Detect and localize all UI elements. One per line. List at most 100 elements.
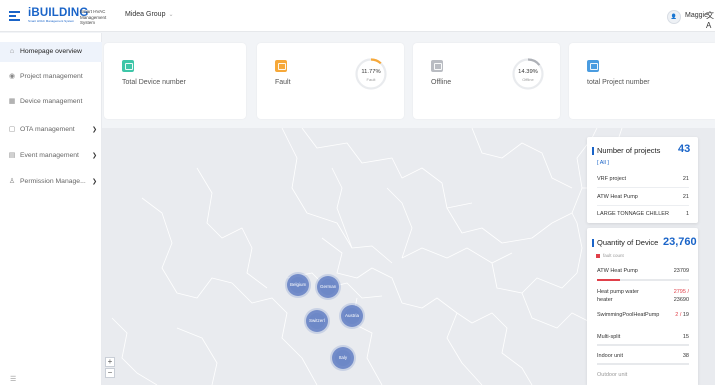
offline-percent: 14.39% [518,69,538,75]
table-row: Indoor unit 38 [597,353,689,359]
projects-panel: Number of projects 43 [ All ] VRF projec… [587,137,698,223]
menu-toggle-icon[interactable] [9,11,20,21]
card-offline: Offline 14.39% Offline [413,43,560,119]
projects-panel-title: Number of projects [591,146,661,155]
group-name: Midea Group [125,11,166,18]
zoom-out-button[interactable]: − [105,368,115,378]
user-name[interactable]: Maggie [685,12,708,19]
sidebar-item-label: Permission Manage... [20,178,86,185]
sidebar-item-label: Event management [20,152,79,159]
table-row: ATW Heat Pump 23709 [597,268,689,274]
projects-total: 43 [678,143,691,155]
sidebar-item-ota[interactable]: ▢ OTA management ❯ [0,120,102,140]
table-row: LARGE TONNAGE CHILLER 1 [597,211,689,217]
sidebar-item-label: Homepage overview [20,48,82,55]
sidebar-item-device[interactable]: ▦ Device management [0,92,102,112]
fault-count: 2795 [673,289,686,295]
row-label: ATW Heat Pump [597,268,638,274]
fault-legend-label: fault count [603,253,624,258]
offline-icon [431,60,443,72]
permission-icon: ♙ [8,178,16,185]
table-row: Multi-split 15 [597,334,689,340]
offline-sublabel: Offline [522,77,534,82]
row-value: 23709 [673,268,689,274]
table-row: heater 23690 [597,297,689,303]
map-cluster-austria[interactable]: Austria [341,305,363,327]
project-icon: ◉ [8,73,16,80]
fault-bar [597,279,689,281]
system-name: Smart HVAC Management System [80,9,107,25]
card-fault: Fault 11.77% Fault [257,43,404,119]
row-value: 1 [685,211,689,217]
row-label: Indoor unit [597,353,623,359]
fault-bar-fill [597,279,620,281]
card-label: Fault [275,79,291,86]
fault-sublabel: Fault [366,77,376,82]
table-row: SwimmingPoolHeatPump 2 / 19 [597,312,689,318]
row-value: 15 [682,334,689,340]
row-label: VRF project [597,176,627,182]
devices-panel: Quantity of Device 23,760 fault count AT… [587,228,698,385]
table-row: Outdoor unit [597,372,689,378]
ota-icon: ▢ [8,126,16,133]
chevron-down-icon: ❯ [92,179,98,185]
card-total-project: total Project number [569,43,715,119]
table-row: Heat pump water 2795 / [597,289,689,295]
user-avatar[interactable]: 👤 [667,10,681,24]
map-cluster-italy[interactable]: Italy [332,347,354,369]
fault-bar [597,344,689,346]
group-selector[interactable]: Midea Group ⌄ [125,11,174,18]
map-cluster-belgium[interactable]: Belgium [287,274,309,296]
fault-count: 2 [675,312,679,318]
sidebar-item-permission[interactable]: ♙ Permission Manage... ❯ [0,172,102,192]
chevron-down-icon: ❯ [92,153,98,159]
projects-filter-all[interactable]: [ All ] [597,160,609,166]
fault-bar [597,363,689,365]
card-total-device: Total Device number [104,43,246,119]
event-icon: ▤ [8,152,16,159]
device-count-icon [122,60,134,72]
row-label: ATW Heat Pump [597,194,638,200]
card-label: Total Device number [122,79,186,86]
row-value: 21 [682,176,689,182]
card-label: total Project number [587,79,650,86]
sidebar-item-homepage[interactable]: ⌂ Homepage overview [0,42,102,62]
chevron-down-icon: ❯ [92,127,98,133]
fault-icon [275,60,287,72]
devices-panel-title: Quantity of Device [591,238,659,247]
collapse-sidebar-icon[interactable]: ☰ [10,375,18,383]
map-cluster-germany[interactable]: Germany [317,276,339,298]
sidebar-item-event[interactable]: ▤ Event management ❯ [0,146,102,166]
sidebar-item-project[interactable]: ◉ Project management [0,67,102,87]
row-label: heater [597,297,613,303]
map-cluster-switzerland[interactable]: Switzerland [306,310,328,332]
fault-legend-marker [596,254,600,258]
sidebar: ⌂ Homepage overview ◉ Project management… [0,33,102,385]
table-row: VRF project 21 [597,176,689,182]
zoom-in-button[interactable]: + [105,357,115,367]
table-row: ATW Heat Pump 21 [597,194,689,200]
device-icon: ▦ [8,98,16,105]
devices-total: 23,760 [663,236,697,248]
row-value: 38 [682,353,689,359]
row-value-group: 2 / 19 [675,312,689,318]
language-icon[interactable]: 文A [706,10,715,30]
sidebar-item-label: Device management [20,98,83,105]
row-label: SwimmingPoolHeatPump [597,312,660,318]
separator: / [679,312,682,318]
home-icon: ⌂ [9,48,15,55]
row-value: 23690 [673,297,689,303]
sidebar-item-label: Project management [20,73,83,80]
card-label: Offline [431,79,452,86]
fault-percent: 11.77% [361,69,381,75]
project-count-icon [587,60,599,72]
row-value: 21 [682,194,689,200]
row-value: 19 [682,312,689,318]
divider [597,205,689,206]
row-label: LARGE TONNAGE CHILLER [597,211,669,217]
divider [597,187,689,188]
chevron-down-icon: ⌄ [168,12,174,18]
separator: / [687,289,689,295]
row-label: Multi-split [597,334,621,340]
row-fault-value: 2795 / [674,289,689,295]
